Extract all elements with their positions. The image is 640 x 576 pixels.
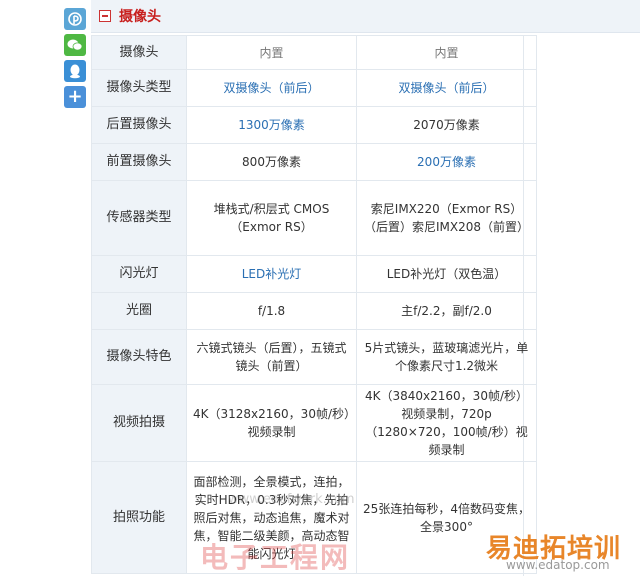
row-label: 闪光灯 (91, 255, 187, 293)
row-value-1: LED补光灯 (186, 255, 357, 293)
row-label: 光圈 (91, 292, 187, 330)
table-row: 闪光灯 LED补光灯 LED补光灯（双色温） (91, 255, 537, 293)
row-value-1: 双摄像头（前后） (186, 69, 357, 107)
row-value-2: 2070万像素 (356, 106, 537, 144)
table-row: 摄像头特色 六镜式镜头（后置），五镜式镜头（前置） 5片式镜头，蓝玻璃滤光片，单… (91, 329, 537, 385)
row-value-1: 内置 (186, 35, 357, 70)
row-label: 摄像头 (91, 35, 187, 70)
row-value-2: 5片式镜头，蓝玻璃滤光片，单个像素尺寸1.2微米 (356, 329, 537, 385)
row-value-2: 双摄像头（前后） (356, 69, 537, 107)
collapse-icon[interactable] (99, 10, 111, 22)
more-share-icon[interactable]: + (64, 86, 86, 108)
table-row: 传感器类型 堆栈式/积层式 CMOS（Exmor RS） 索尼IMX220（Ex… (91, 180, 537, 256)
watermark-left: 电子工程网 (200, 541, 351, 574)
share-bar: + (64, 8, 88, 112)
row-label: 拍照功能 (91, 461, 187, 574)
pinterest-share-icon[interactable] (64, 8, 86, 30)
row-label: 前置摄像头 (91, 143, 187, 181)
row-value-2: 主f/2.2，副f/2.0 (356, 292, 537, 330)
row-value-1: 800万像素 (186, 143, 357, 181)
table-row: 摄像头 内置 内置 (91, 35, 537, 70)
row-value-2: 索尼IMX220（Exmor RS）（后置）索尼IMX208（前置） (356, 180, 537, 256)
row-value-1: f/1.8 (186, 292, 357, 330)
watermark-right-url: www.edatop.com (506, 558, 610, 572)
wechat-share-icon[interactable] (64, 34, 86, 56)
table-row: 后置摄像头 1300万像素 2070万像素 (91, 106, 537, 144)
row-value-2: 4K（3840x2160，30帧/秒）视频录制，720p（1280×720，10… (356, 384, 537, 462)
row-value-1: 1300万像素 (186, 106, 357, 144)
row-value-2: 200万像素 (356, 143, 537, 181)
section-title: 摄像头 (119, 9, 161, 25)
section-header: 摄像头 (91, 0, 640, 33)
qq-share-icon[interactable] (64, 60, 86, 82)
table-row: 前置摄像头 800万像素 200万像素 (91, 143, 537, 181)
row-value-1: 堆栈式/积层式 CMOS（Exmor RS） (186, 180, 357, 256)
row-value-1: 六镜式镜头（后置），五镜式镜头（前置） (186, 329, 357, 385)
row-label: 摄像头特色 (91, 329, 187, 385)
row-value-2: LED补光灯（双色温） (356, 255, 537, 293)
table-right-column (523, 35, 640, 576)
table-row: 摄像头类型 双摄像头（前后） 双摄像头（前后） (91, 69, 537, 107)
row-label: 摄像头类型 (91, 69, 187, 107)
row-label: 传感器类型 (91, 180, 187, 256)
table-row: 视频拍摄 4K（3128x2160，30帧/秒）视频录制 4K（3840x216… (91, 384, 537, 462)
row-value-2: 内置 (356, 35, 537, 70)
row-value-1: 4K（3128x2160，30帧/秒）视频录制 (186, 384, 357, 462)
watermark-url-mid: www.eeofwork.com (228, 492, 355, 507)
row-label: 视频拍摄 (91, 384, 187, 462)
table-row: 光圈 f/1.8 主f/2.2，副f/2.0 (91, 292, 537, 330)
row-label: 后置摄像头 (91, 106, 187, 144)
